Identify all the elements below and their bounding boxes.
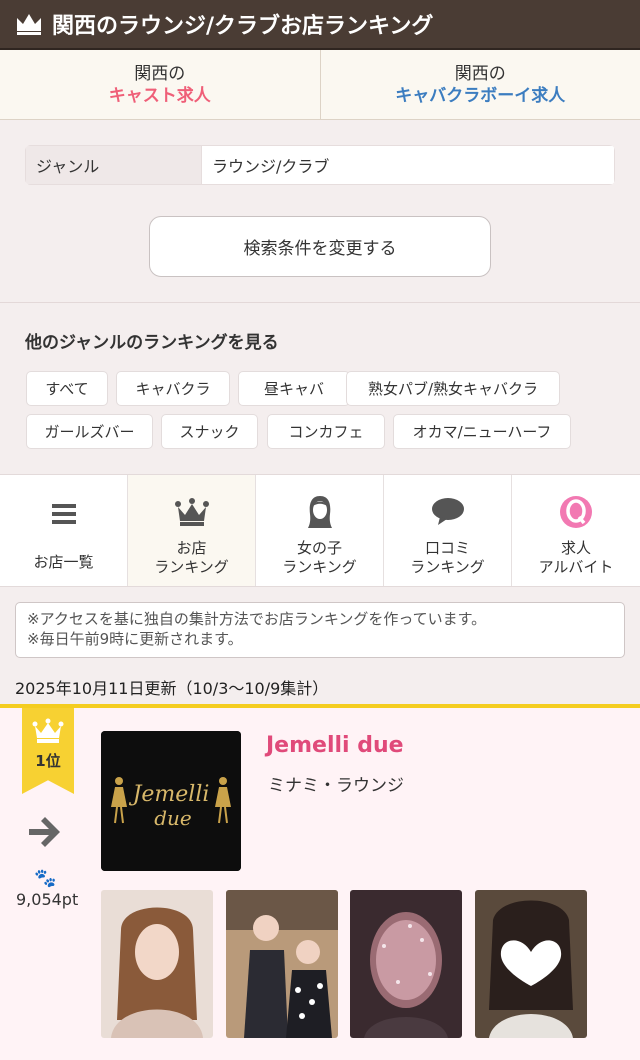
ranking-card[interactable]: 1位 🐾 9,054pt Jemelli due Jemelli due ミナミ… [0, 704, 640, 1060]
speech-bubble-icon [431, 498, 464, 525]
genre-filter-row: ジャンル ラウンジ/クラブ [25, 145, 615, 185]
ranking-notice: ※アクセスを基に独自の集計方法でお店ランキングを作っています。 ※毎日午前9時に… [15, 602, 625, 658]
tab-job[interactable]: 求人 アルバイト [512, 475, 640, 586]
crown-icon [17, 14, 41, 35]
job-link-region: 関西の [454, 63, 506, 84]
crown-icon [174, 498, 209, 526]
boy-job-link[interactable]: 関西の キャバクラボーイ求人 [319, 50, 640, 119]
shop-area-genre: ミナミ・ラウンジ [268, 776, 404, 796]
ranking-tabbar: お店一覧 お店 ランキング 女の子 ランキング 口コミ ランキング 求人 アルバ… [0, 474, 640, 587]
genre-chip-concafe[interactable]: コンカフェ [267, 414, 385, 449]
other-genres-panel: 他のジャンルのランキングを見る すべて キャバクラ 昼キャバ 熟女パブ/熟女キャ… [0, 304, 640, 474]
genre-label: ジャンル [25, 145, 202, 185]
job-icon [560, 496, 592, 528]
rank-number: 1位 [35, 752, 61, 770]
cast-photo[interactable] [350, 890, 462, 1038]
tab-label: 女の子 ランキング [282, 539, 357, 576]
shop-logo-image: Jemelli due [101, 731, 241, 871]
change-search-button[interactable]: 検索条件を変更する [149, 216, 491, 277]
cast-photo[interactable] [226, 890, 338, 1038]
job-links: 関西の キャスト求人 関西の キャバクラボーイ求人 [0, 50, 640, 120]
crown-icon [32, 718, 64, 743]
page-title: 関西のラウンジ/クラブお店ランキング [52, 14, 434, 39]
job-link-region: 関西の [134, 63, 186, 84]
search-panel: ジャンル ラウンジ/クラブ 検索条件を変更する [0, 121, 640, 303]
rank-ribbon: 1位 [22, 708, 74, 794]
cast-photo[interactable] [475, 890, 587, 1038]
genre-value: ラウンジ/クラブ [202, 145, 615, 185]
genre-chip-mature[interactable]: 熟女パブ/熟女キャバクラ [346, 371, 560, 406]
job-link-label: キャバクラボーイ求人 [395, 85, 566, 106]
tab-girl-ranking[interactable]: 女の子 ランキング [256, 475, 384, 586]
shop-logo[interactable]: Jemelli due [101, 731, 241, 871]
tab-review-ranking[interactable]: 口コミ ランキング [384, 475, 512, 586]
tab-shop-ranking[interactable]: お店 ランキング [128, 475, 256, 586]
notice-line: ※アクセスを基に独自の集計方法でお店ランキングを作っています。 [27, 610, 487, 628]
cast-job-link[interactable]: 関西の キャスト求人 [0, 50, 320, 119]
logo-text: Jemelli [129, 782, 210, 807]
genre-chip-all[interactable]: すべて [26, 371, 108, 406]
list-icon [51, 504, 76, 524]
arrow-right-icon [29, 817, 60, 847]
page-header: 関西のラウンジ/クラブお店ランキング [0, 0, 640, 50]
tab-label: 求人 アルバイト [538, 539, 614, 576]
other-genres-title: 他のジャンルのランキングを見る [25, 333, 279, 353]
genre-chip-day-cabaret[interactable]: 昼キャバ [238, 371, 350, 406]
paw-icon: 🐾 [34, 868, 57, 889]
cast-photo[interactable] [101, 890, 213, 1038]
updated-date: 2025年10月11日更新（10/3〜10/9集計） [15, 679, 329, 698]
genre-chip-snack[interactable]: スナック [161, 414, 258, 449]
logo-text: due [154, 806, 192, 830]
tab-label: 口コミ ランキング [410, 539, 485, 576]
tab-label: お店一覧 [33, 553, 94, 571]
tab-label: お店 ランキング [154, 539, 229, 576]
job-link-label: キャスト求人 [108, 85, 211, 106]
girl-icon [307, 496, 332, 528]
genre-chip-cabaret[interactable]: キャバクラ [116, 371, 230, 406]
rank-points: 9,054pt [16, 890, 79, 909]
genre-chip-girls-bar[interactable]: ガールズバー [26, 414, 153, 449]
genre-chip-okama[interactable]: オカマ/ニューハーフ [393, 414, 571, 449]
shop-name-link[interactable]: Jemelli due [266, 733, 404, 758]
notice-line: ※毎日午前9時に更新されます。 [27, 630, 243, 648]
tab-shop-list[interactable]: お店一覧 [0, 475, 128, 586]
